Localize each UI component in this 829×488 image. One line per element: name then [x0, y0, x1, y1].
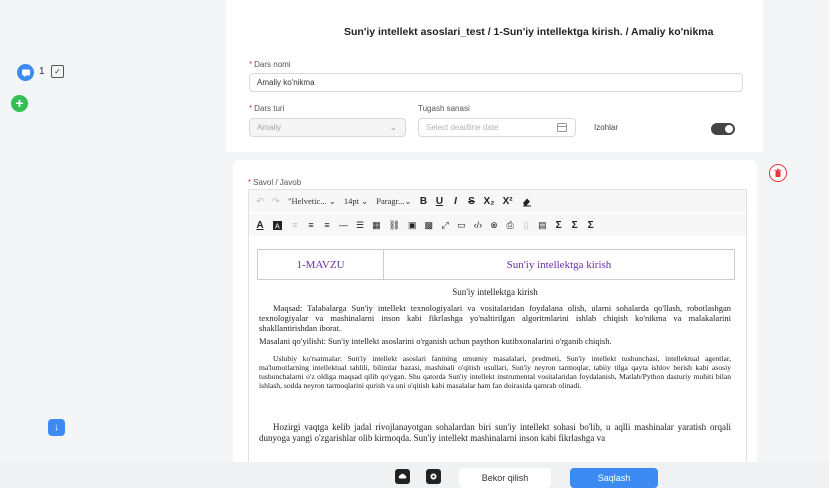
preview-button[interactable]: ▭	[454, 216, 469, 234]
editor-toolbar-row-2: A A ≡ ≡ ≡ — ☰ ▦ ⛓ ▣ ▩ ⤢ ▭ ‹/› ⊗ ⎙ ▯ ▤ Σ …	[249, 214, 746, 236]
save-button[interactable]: Saqlash	[570, 468, 658, 488]
lesson-name-input[interactable]: Amaliy ko'nikma	[249, 73, 743, 92]
rich-text-editor[interactable]: ↶ ↷ "Helvetic... ⌄ 14pt ⌄ Paragr... ⌄ B U…	[248, 189, 747, 469]
undo-button[interactable]: ↶	[253, 192, 267, 210]
doc-paragraph-intro: Hozirgi vaqtga kelib jadal rivojlanayotg…	[259, 422, 731, 443]
question-answer-label: * Savol / Javob	[248, 178, 302, 187]
question-number: 1	[39, 66, 45, 77]
editor-content[interactable]: 1-MAVZU Sun'iy intellektga kirish Sun'iy…	[249, 242, 737, 468]
arrow-down-icon[interactable]: ↓	[48, 419, 65, 436]
italic-button[interactable]: I	[448, 192, 462, 210]
subscript-button[interactable]: X₂	[480, 192, 497, 210]
search-button[interactable]: ⊗	[487, 216, 501, 234]
bold-button[interactable]: B	[416, 192, 430, 210]
text-color-button[interactable]: A	[253, 216, 267, 234]
highlight-icon: A	[273, 220, 282, 230]
trash-icon	[774, 168, 782, 177]
font-family-select[interactable]: "Helvetic... ⌄	[285, 192, 339, 210]
sigma-button-2[interactable]: Σ	[568, 216, 582, 234]
background-color-button[interactable]: A	[269, 216, 286, 234]
save-draft-button[interactable]: ▯	[519, 216, 533, 234]
lesson-name-label: * Dars nomi	[249, 60, 291, 69]
topic-title-cell: Sun'iy intellektga kirish	[506, 258, 612, 271]
checkbox-icon[interactable]: ✓	[51, 65, 64, 78]
add-question-button[interactable]: +	[11, 95, 28, 112]
delete-question-button[interactable]	[769, 164, 787, 182]
template-button[interactable]: ▤	[535, 216, 550, 234]
superscript-button[interactable]: X²	[500, 192, 516, 210]
sigma-button-3[interactable]: Σ	[584, 216, 598, 234]
horizontal-rule-button[interactable]: —	[336, 216, 351, 234]
doc-paragraph-guidelines: Uslubiy ko'rsatmalar: Sun'iy intellekt a…	[259, 354, 731, 390]
block-format-select[interactable]: Paragr... ⌄	[373, 192, 414, 210]
eraser-icon	[522, 198, 531, 206]
fullscreen-button[interactable]: ⤢	[438, 216, 452, 234]
strikethrough-button[interactable]: S	[464, 192, 478, 210]
breadcrumb: Sun'iy intellekt asoslari_test / 1-Sun'i…	[344, 26, 714, 38]
outdent-button[interactable]: ≡	[288, 216, 302, 234]
question-chip[interactable]	[17, 64, 34, 81]
sigma-button-1[interactable]: Σ	[552, 216, 566, 234]
footer-bar	[0, 462, 829, 488]
indent-button[interactable]: ≡	[304, 216, 318, 234]
chat-icon	[21, 69, 30, 77]
settings-icon[interactable]	[426, 469, 441, 484]
gear-glyph	[430, 473, 437, 480]
doc-paragraph-task: Masalani qo'yilishi: Sun'iy intellekt as…	[259, 336, 612, 346]
list-button[interactable]: ☰	[353, 216, 367, 234]
redo-button[interactable]: ↷	[269, 192, 283, 210]
comments-label: Izohlar	[594, 123, 619, 132]
lesson-type-label: * Dars turi	[249, 104, 285, 113]
doc-heading: Sun'iy intellektga kirish	[452, 287, 538, 297]
deadline-label: Tugash sanasi	[418, 104, 470, 113]
print-button[interactable]: ⎙	[503, 216, 517, 234]
comments-toggle[interactable]	[711, 123, 735, 135]
topic-table: 1-MAVZU Sun'iy intellektga kirish	[257, 249, 735, 280]
upload-icon[interactable]	[395, 469, 410, 484]
lesson-type-select[interactable]: Amaliy ⌄	[249, 118, 406, 137]
image-button[interactable]: ▣	[405, 216, 420, 234]
svg-text:A: A	[275, 223, 280, 230]
underline-button[interactable]: U	[432, 192, 446, 210]
deadline-date-picker[interactable]: Select deadline date	[418, 118, 576, 137]
align-button[interactable]: ≡	[320, 216, 334, 234]
cloud-upload-glyph	[398, 473, 407, 479]
link-button[interactable]: ⛓	[386, 216, 403, 234]
cancel-button[interactable]: Bekor qilish	[459, 468, 551, 488]
topic-number-cell: 1-MAVZU	[258, 250, 384, 279]
calendar-icon	[557, 123, 567, 132]
font-size-select[interactable]: 14pt ⌄	[341, 192, 371, 210]
code-button[interactable]: ‹/›	[471, 216, 486, 234]
table-button[interactable]: ▦	[369, 216, 384, 234]
media-button[interactable]: ▩	[422, 216, 437, 234]
editor-toolbar-row-1: ↶ ↷ "Helvetic... ⌄ 14pt ⌄ Paragr... ⌄ B U…	[249, 190, 746, 212]
chevron-down-icon: ⌄	[389, 122, 397, 132]
clear-format-button[interactable]	[518, 192, 535, 210]
doc-paragraph-goal: Maqsad: Talabalarga Sun'iy intellekt tex…	[259, 303, 731, 333]
